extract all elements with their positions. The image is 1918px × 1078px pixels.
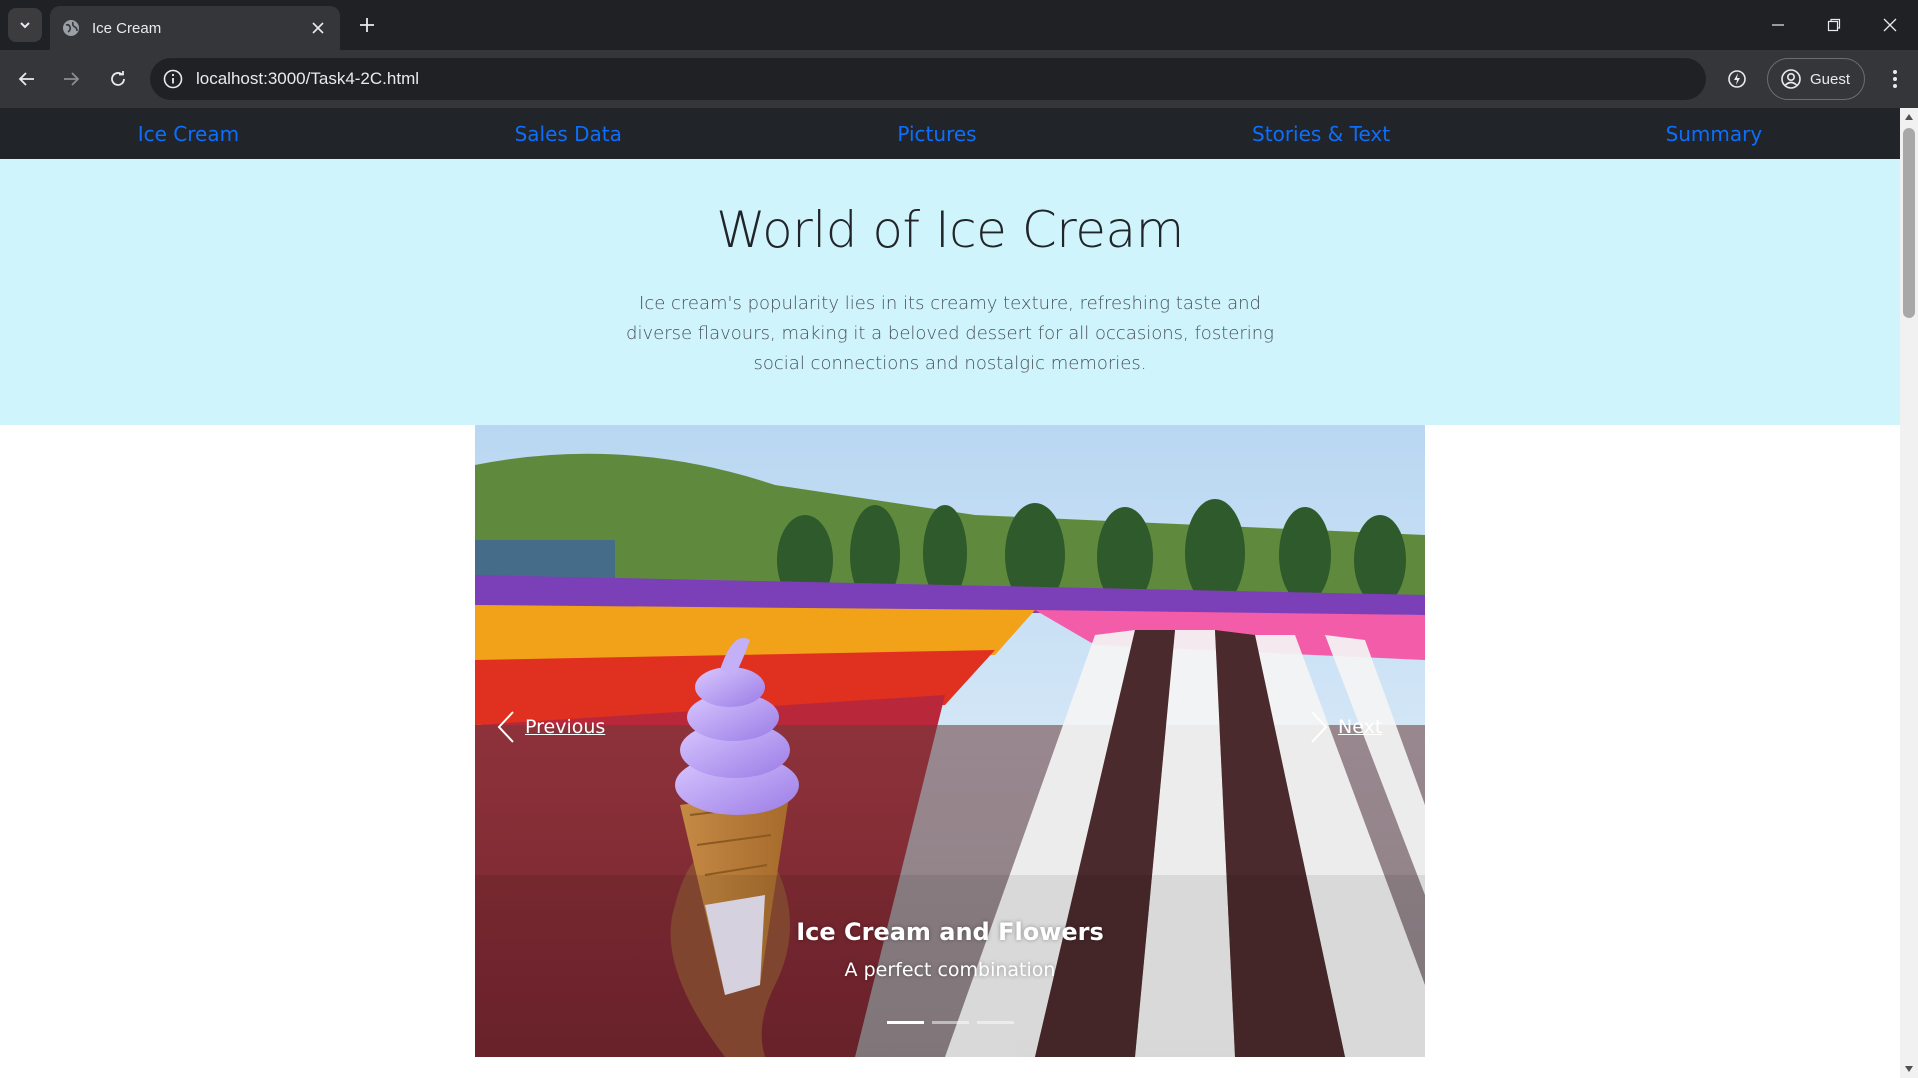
back-button[interactable] xyxy=(12,64,42,94)
restore-button[interactable] xyxy=(1806,0,1862,50)
close-icon xyxy=(1883,18,1897,32)
page-title: World of Ice Cream xyxy=(716,201,1184,259)
address-bar[interactable]: localhost:3000/Task4-2C.html xyxy=(150,58,1706,100)
carousel-next-button[interactable]: Next xyxy=(1310,710,1382,744)
carousel-indicator-1[interactable] xyxy=(887,1021,924,1024)
profile-button[interactable]: Guest xyxy=(1767,58,1865,100)
scroll-up-arrow[interactable] xyxy=(1900,108,1918,126)
hero-section: World of Ice Cream Ice cream's popularit… xyxy=(0,159,1900,425)
carousel-indicator-3[interactable] xyxy=(977,1021,1014,1024)
kebab-menu-icon xyxy=(1893,70,1897,88)
browser-toolbar: localhost:3000/Task4-2C.html Guest xyxy=(0,50,1918,108)
scroll-down-arrow[interactable] xyxy=(1900,1060,1918,1078)
carousel-indicators xyxy=(887,1021,1014,1024)
tab-title: Ice Cream xyxy=(92,19,162,37)
globe-icon xyxy=(62,19,80,37)
carousel-prev-label: Previous xyxy=(525,716,606,738)
nav-link-ice-cream[interactable]: Ice Cream xyxy=(138,122,239,146)
carousel-next-label: Next xyxy=(1338,716,1383,738)
chevron-left-icon xyxy=(497,711,514,743)
carousel-caption-text: A perfect combination xyxy=(844,959,1056,981)
browser-menu-button[interactable] xyxy=(1880,64,1910,94)
scrollbar-thumb[interactable] xyxy=(1903,128,1915,318)
hero-description: Ice cream's popularity lies in its cream… xyxy=(626,293,1274,374)
triangle-up-icon xyxy=(1905,114,1913,120)
minimize-button[interactable] xyxy=(1750,0,1806,50)
page-viewport: Ice Cream Sales Data Pictures Stories & … xyxy=(0,108,1900,1078)
page-scrollbar[interactable] xyxy=(1900,108,1918,1078)
forward-button[interactable] xyxy=(56,64,86,94)
url-text: localhost:3000/Task4-2C.html xyxy=(196,69,420,88)
reload-icon xyxy=(111,71,125,86)
close-window-button[interactable] xyxy=(1862,0,1918,50)
window-controls xyxy=(1750,0,1918,50)
arrow-left-icon xyxy=(18,72,34,86)
reload-button[interactable] xyxy=(103,64,133,94)
restore-icon xyxy=(1827,18,1841,32)
browser-tab[interactable]: Ice Cream xyxy=(50,6,340,50)
chevron-down-icon xyxy=(20,22,30,29)
triangle-down-icon xyxy=(1905,1066,1913,1072)
carousel-indicator-2[interactable] xyxy=(932,1021,969,1024)
carousel-prev-button[interactable]: Previous xyxy=(497,710,605,744)
profile-label: Guest xyxy=(1810,70,1851,88)
chevron-right-icon xyxy=(1311,711,1328,743)
image-carousel[interactable]: Previous Next Ice Cream and Flowers A pe… xyxy=(475,425,1425,1057)
tab-search-button[interactable] xyxy=(8,8,42,42)
close-icon[interactable] xyxy=(308,18,328,38)
nav-link-summary[interactable]: Summary xyxy=(1666,122,1763,146)
performance-button[interactable] xyxy=(1722,64,1752,94)
nav-link-pictures[interactable]: Pictures xyxy=(897,122,976,146)
arrow-right-icon xyxy=(64,72,80,86)
carousel-caption-title: Ice Cream and Flowers xyxy=(796,918,1104,946)
plus-icon xyxy=(360,18,374,32)
nav-link-sales-data[interactable]: Sales Data xyxy=(515,122,622,146)
site-nav: Ice Cream Sales Data Pictures Stories & … xyxy=(0,108,1900,159)
minimize-icon xyxy=(1772,24,1784,26)
nav-link-stories-text[interactable]: Stories & Text xyxy=(1252,122,1390,146)
info-icon[interactable] xyxy=(162,68,184,90)
profile-icon xyxy=(1780,68,1802,90)
new-tab-button[interactable] xyxy=(352,10,382,40)
browser-tab-strip: Ice Cream xyxy=(0,0,1918,50)
performance-icon xyxy=(1728,70,1746,88)
